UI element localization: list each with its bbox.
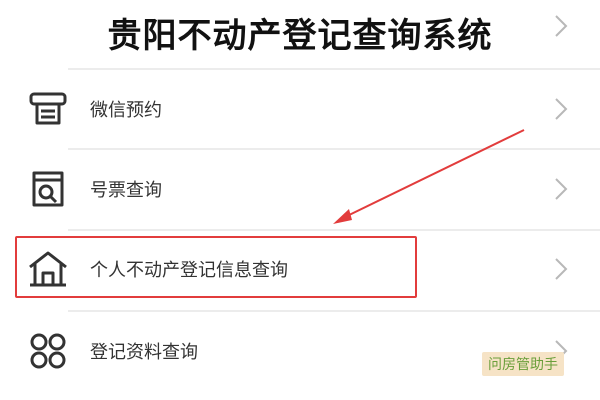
chevron-right-icon: [550, 175, 572, 203]
watermark: 问房管助手: [482, 352, 564, 376]
chevron-right-icon: [550, 255, 572, 283]
highlight-box: [15, 236, 417, 298]
chevron-right-icon: [550, 95, 572, 123]
menu-item-label: 登记资料查询: [90, 342, 198, 363]
menu-item-label: 号票查询: [90, 180, 162, 201]
screenshot-page: 贵阳不动产登记查询系统 微信预约 号票查询 个人不动产登记信息查询 登记资料查询…: [0, 0, 600, 400]
menu-item-wechat-appointment[interactable]: 微信预约: [0, 70, 600, 148]
grid-icon: [26, 329, 70, 373]
receipt-search-icon: [26, 167, 70, 211]
menu-item-label: 微信预约: [90, 100, 162, 121]
printer-icon: [26, 87, 70, 131]
page-title: 贵阳不动产登记查询系统: [107, 16, 493, 56]
menu-item-ticket-query[interactable]: 号票查询: [0, 150, 600, 228]
menu-item-registration-data-query[interactable]: 登记资料查询: [0, 312, 600, 390]
